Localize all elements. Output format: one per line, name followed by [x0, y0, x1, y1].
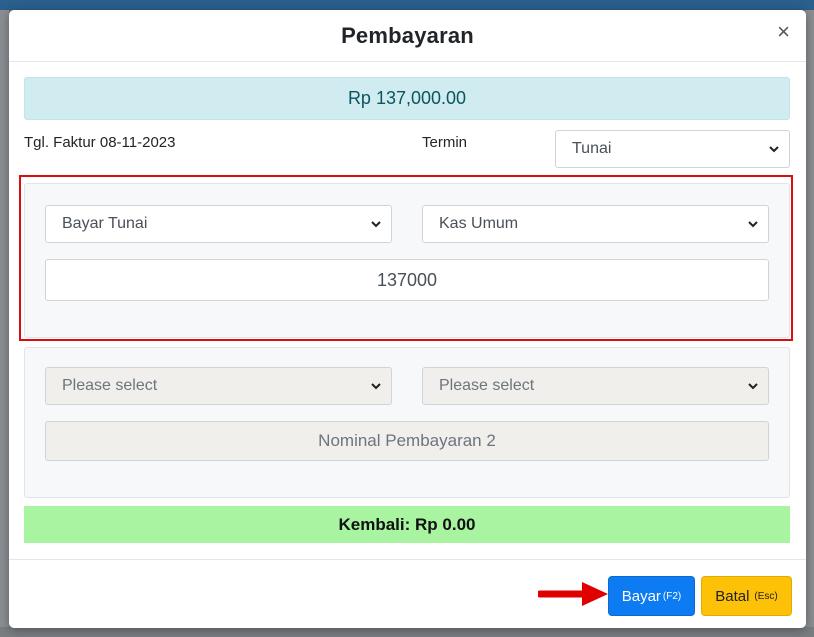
change-amount: Kembali: Rp 0.00 [24, 506, 790, 543]
chevron-down-icon [769, 146, 779, 153]
arrow-right-icon [538, 582, 608, 606]
termin-label: Termin [422, 134, 468, 151]
chevron-down-icon [371, 383, 381, 390]
chevron-down-icon [748, 383, 758, 390]
annotation-highlight-frame [19, 175, 793, 341]
invoice-date: Tgl. Faktur 08-11-2023 [24, 134, 176, 151]
cancel-button-label: Batal [715, 587, 750, 605]
payment-2-account-placeholder: Please select [439, 377, 535, 394]
background-app-right [805, 10, 814, 637]
pay-button-shortcut: (F2) [662, 590, 682, 602]
termin-select-value: Tunai [572, 140, 612, 157]
payment-modal: Pembayaran × Rp 137,000.00 Tgl. Faktur 0… [9, 10, 806, 628]
payment-2-account-select[interactable]: Please select [422, 367, 769, 405]
close-icon[interactable]: × [777, 20, 790, 44]
payment-2-amount-input[interactable]: Nominal Pembayaran 2 [45, 421, 769, 461]
background-app-left [0, 10, 9, 637]
cancel-button-shortcut: (Esc) [754, 590, 778, 602]
background-app-header [0, 0, 814, 10]
payment-2-method-placeholder: Please select [62, 377, 158, 394]
total-amount-box: Rp 137,000.00 [24, 77, 790, 120]
payment-2-method-select[interactable]: Please select [45, 367, 392, 405]
termin-select[interactable]: Tunai [555, 130, 790, 168]
pay-button-label: Bayar [621, 587, 661, 605]
pay-button[interactable]: Bayar (F2) [608, 576, 695, 616]
modal-title: Pembayaran [341, 23, 474, 48]
modal-header: Pembayaran × [9, 10, 806, 62]
cancel-button[interactable]: Batal (Esc) [701, 576, 792, 616]
